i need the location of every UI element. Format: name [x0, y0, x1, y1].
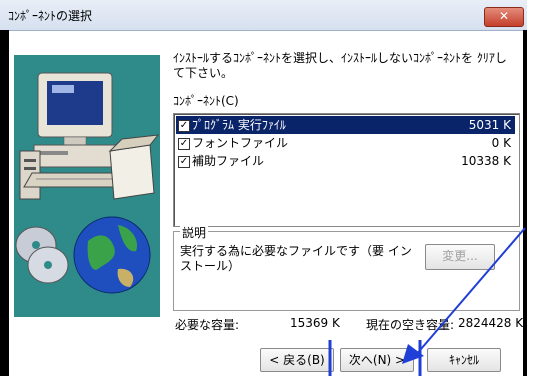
component-item-program[interactable]: ✓ ﾌﾟﾛｸﾞﾗﾑ 実行ﾌｧｲﾙ 5031 K [176, 116, 515, 134]
components-label: ｺﾝﾎﾟｰﾈﾝﾄ(C) [173, 94, 239, 108]
next-button[interactable]: 次へ(N) > [340, 348, 414, 372]
window-title: ｺﾝﾎﾟｰﾈﾝﾄの選択 [8, 9, 93, 23]
component-item-fonts[interactable]: ✓ フォントファイル 0 K [176, 134, 515, 152]
description-text: 実行する為に必要なファイルです（要 インストール） [180, 244, 412, 273]
component-item-support[interactable]: ✓ 補助ファイル 10338 K [176, 152, 515, 170]
component-size: 5031 K [468, 118, 511, 132]
component-list[interactable]: ✓ ﾌﾟﾛｸﾞﾗﾑ 実行ﾌｧｲﾙ 5031 K ✓ フォントファイル 0 K ✓… [173, 113, 520, 227]
cancel-button[interactable]: ｷｬﾝｾﾙ [427, 348, 501, 372]
component-selection-dialog: ｺﾝﾎﾟｰﾈﾝﾄの選択 ✕ ｲﾝｽﾄｰﾙするｺﾝﾎﾟｰﾈﾝﾄを選択し、ｲﾝｽﾄｰ… [0, 0, 527, 376]
component-name: 補助ファイル [192, 154, 265, 168]
required-space-value: 15369 K [290, 316, 340, 330]
instruction-text: ｲﾝｽﾄｰﾙするｺﾝﾎﾟｰﾈﾝﾄを選択し、ｲﾝｽﾄｰﾙしないｺﾝﾎﾟｰﾈﾝﾄを … [173, 51, 507, 80]
description-group: 説明 実行する為に必要なファイルです（要 インストール） [173, 224, 520, 311]
change-button[interactable]: 変更... [425, 244, 495, 270]
component-name: フォントファイル [192, 136, 289, 150]
free-space-label: 現在の空き容量: [366, 318, 455, 332]
title-bar: ｺﾝﾎﾟｰﾈﾝﾄの選択 ✕ [0, 0, 527, 31]
close-icon: ✕ [498, 9, 510, 23]
checkbox-fonts[interactable]: ✓ [178, 138, 190, 150]
component-size: 0 K [491, 136, 511, 150]
right-window-border [523, 30, 527, 376]
component-name: ﾌﾟﾛｸﾞﾗﾑ 実行ﾌｧｲﾙ [192, 118, 286, 132]
component-size: 10338 K [461, 154, 511, 168]
free-space-value: 2824428 K [458, 316, 524, 330]
computer-globe-illustration [14, 55, 160, 317]
close-button[interactable]: ✕ [484, 7, 524, 27]
wizard-illustration [14, 55, 160, 317]
description-label: 説明 [180, 224, 209, 241]
back-button[interactable]: < 戻る(B) [260, 348, 334, 372]
checkbox-program[interactable]: ✓ [178, 120, 190, 132]
required-space-label: 必要な容量: [175, 318, 240, 332]
left-window-border [0, 30, 9, 376]
checkbox-support[interactable]: ✓ [178, 156, 190, 168]
